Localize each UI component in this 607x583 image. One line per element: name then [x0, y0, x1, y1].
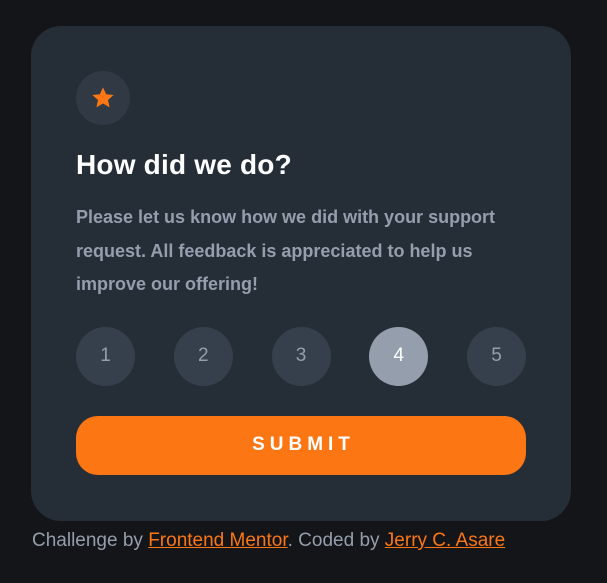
- frontend-mentor-link[interactable]: Frontend Mentor: [148, 530, 287, 551]
- rating-card: How did we do? Please let us know how we…: [31, 26, 571, 521]
- submit-button[interactable]: SUBMIT: [76, 415, 526, 475]
- rating-options: 1 2 3 4 5: [76, 326, 526, 386]
- rating-option-1[interactable]: 1: [76, 326, 135, 386]
- card-title: How did we do?: [76, 149, 292, 180]
- rating-option-4[interactable]: 4: [369, 326, 429, 386]
- author-link[interactable]: Jerry C. Asare: [385, 530, 505, 551]
- rating-option-2[interactable]: 2: [173, 326, 233, 386]
- attribution-middle: . Coded by: [287, 530, 385, 551]
- attribution-prefix: Challenge by: [32, 530, 149, 551]
- star-badge: [76, 71, 130, 125]
- rating-option-5[interactable]: 5: [467, 326, 526, 386]
- star-icon: [92, 87, 114, 108]
- rating-option-3[interactable]: 3: [271, 326, 331, 386]
- card-description: Please let us know how we did with your …: [76, 207, 496, 294]
- attribution: Challenge by Frontend Mentor. Coded by J…: [0, 527, 607, 555]
